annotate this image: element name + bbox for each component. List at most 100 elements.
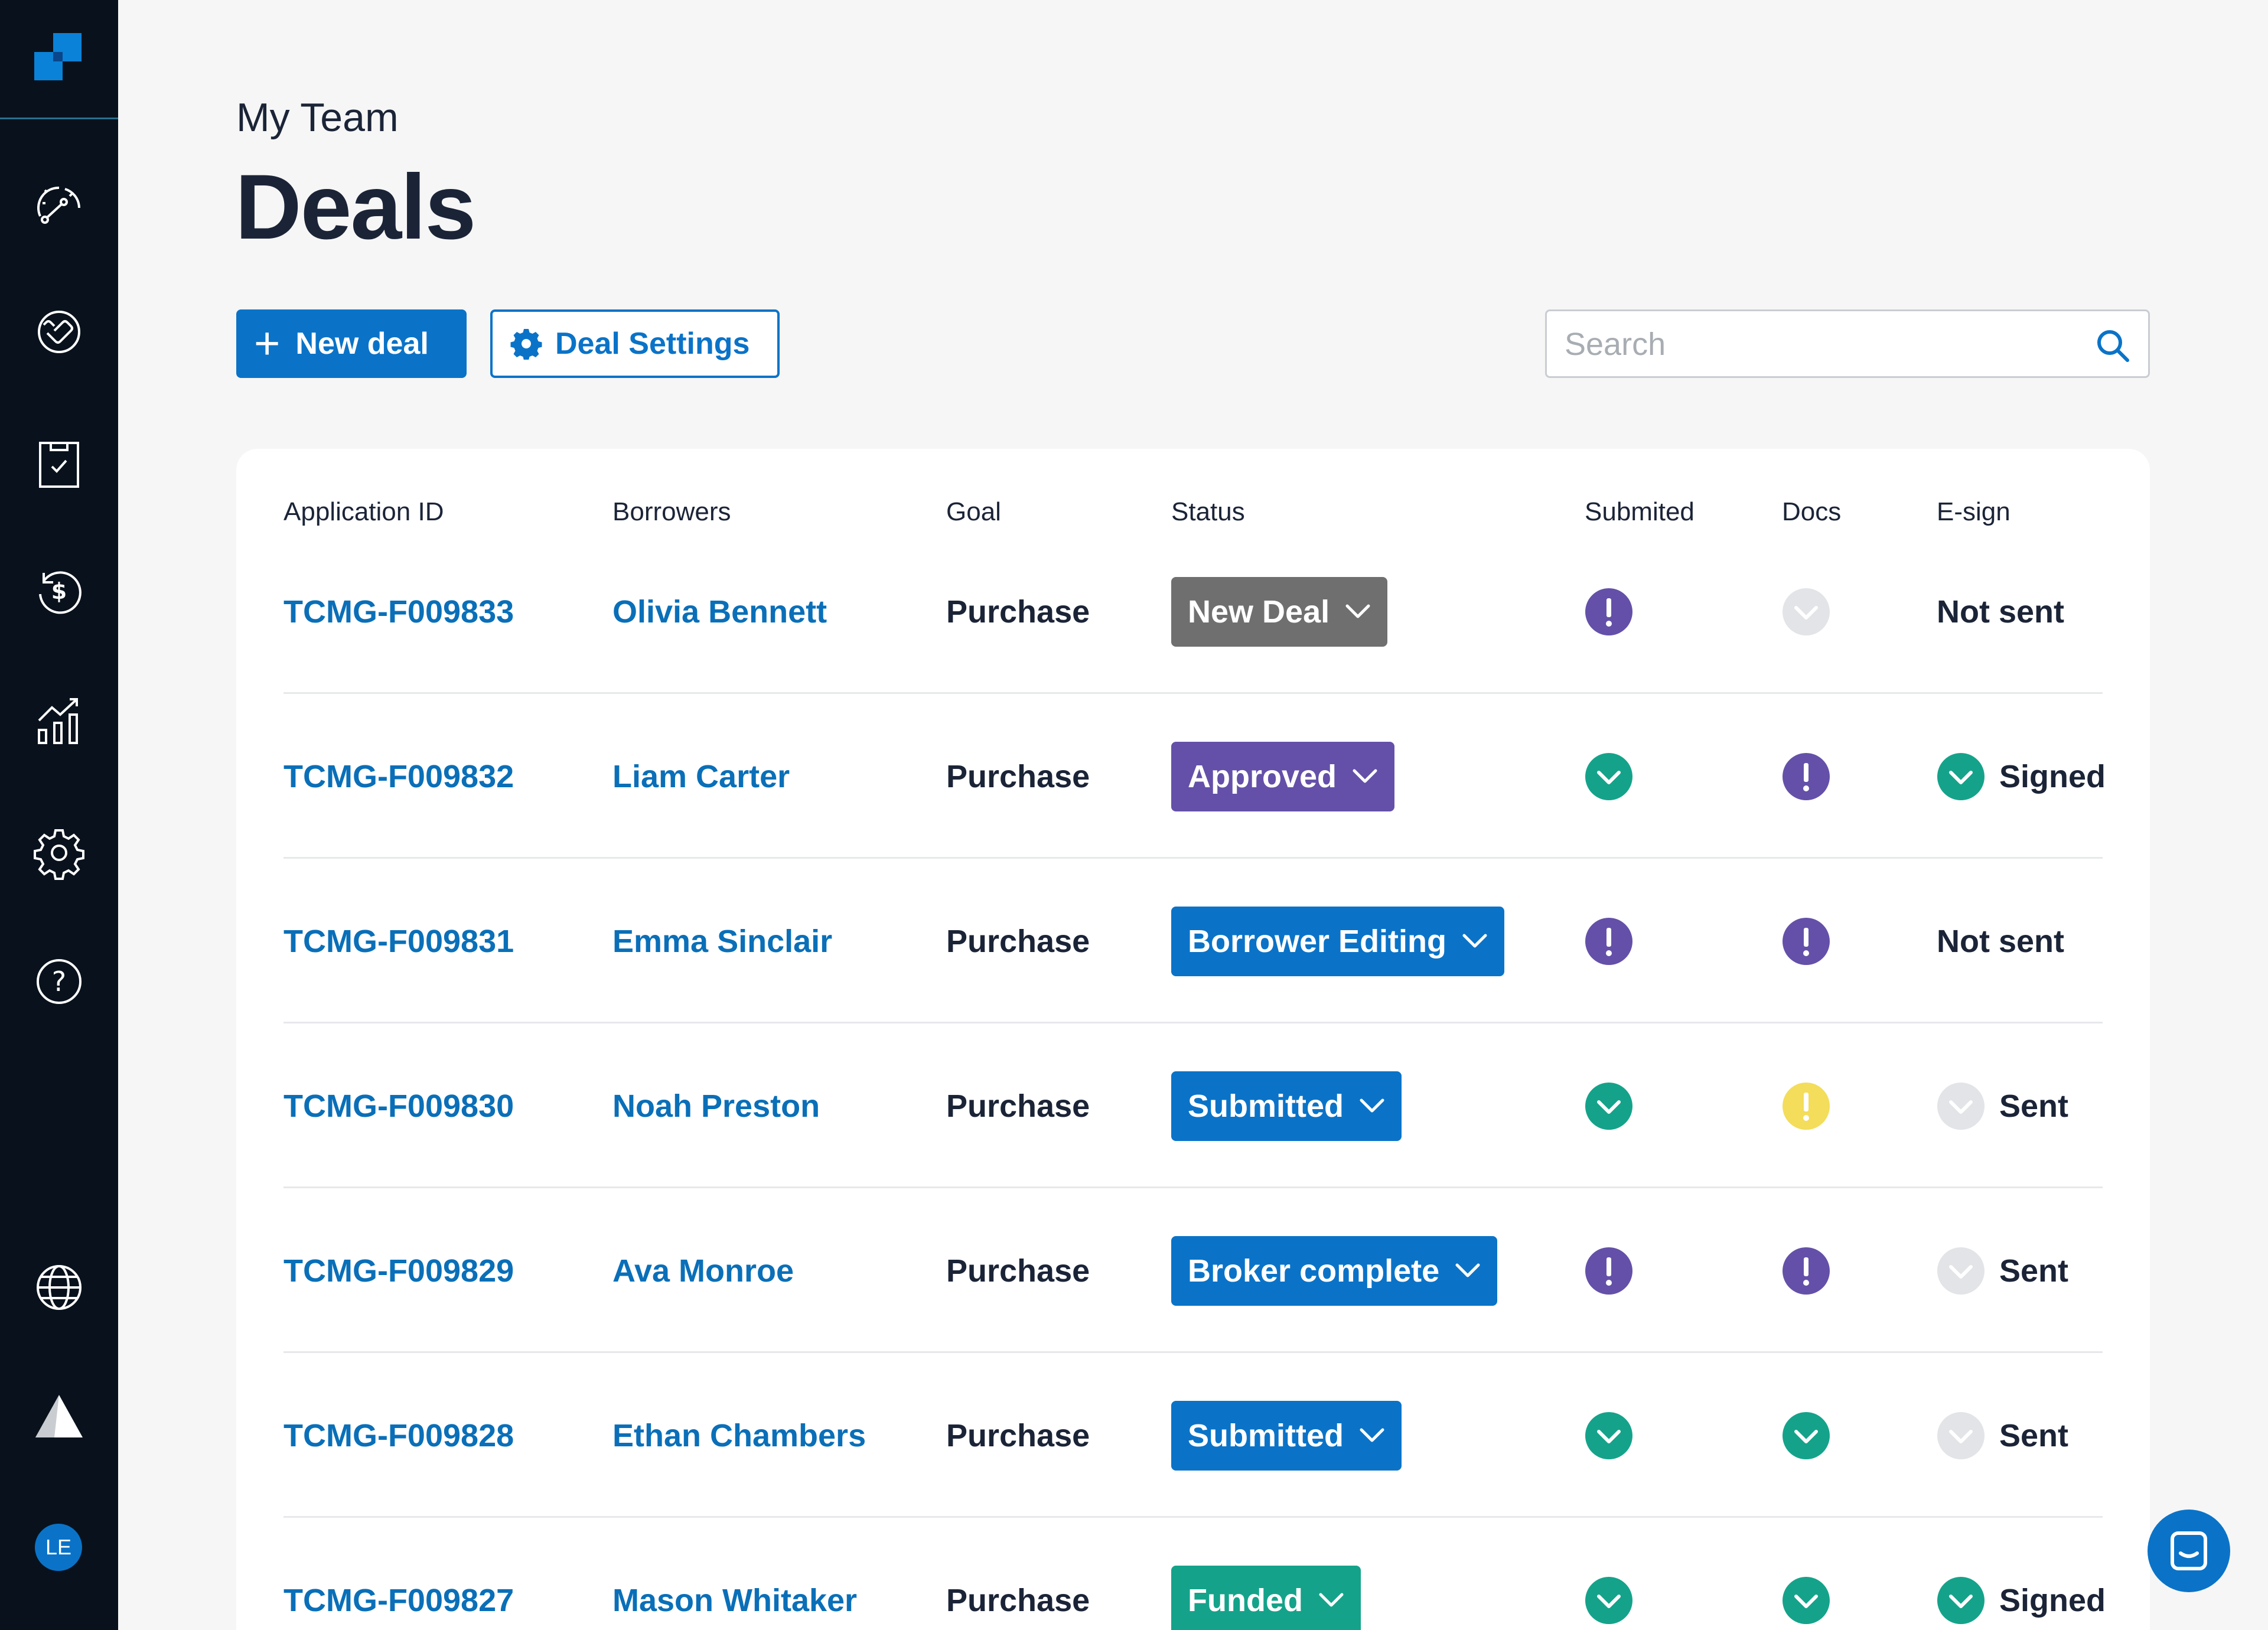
application-id-cell: TCMG-F009833	[284, 529, 514, 694]
column-header-borrowers: Borrowers	[612, 497, 731, 526]
deal-settings-button[interactable]: Deal Settings	[490, 309, 780, 378]
goal-text: Purchase	[946, 1253, 1090, 1289]
borrower-cell: Mason Whitaker	[612, 1518, 857, 1630]
nav-language[interactable]	[30, 1258, 89, 1317]
goal-cell: Purchase	[946, 1023, 1090, 1188]
esign-cell: Not sent	[1937, 529, 2064, 694]
application-id-link[interactable]: TCMG-F009833	[284, 594, 514, 630]
column-header-docs: Docs	[1782, 497, 1842, 526]
submitted-check-green-icon	[1585, 1411, 1632, 1459]
submitted-alert-purple-icon	[1585, 917, 1632, 965]
goal-cell: Purchase	[946, 694, 1090, 859]
goal-text: Purchase	[946, 758, 1090, 794]
search-icon[interactable]	[2095, 328, 2130, 363]
chevron-down-icon	[1353, 769, 1377, 783]
nav-help[interactable]: ?	[30, 952, 89, 1011]
deal-settings-label: Deal Settings	[555, 327, 750, 361]
status-cell: Submitted	[1171, 1353, 1402, 1518]
borrower-link[interactable]: Mason Whitaker	[612, 1582, 857, 1619]
submitted-cell	[1585, 1353, 1633, 1518]
application-id-link[interactable]: TCMG-F009827	[284, 1582, 514, 1619]
esign-cell: Not sent	[1937, 859, 2064, 1023]
esign-check-green-icon	[1937, 752, 1984, 800]
status-dropdown[interactable]: Funded	[1171, 1565, 1361, 1630]
esign-text: Not sent	[1937, 923, 2064, 959]
esign-status: Not sent	[1937, 594, 2064, 630]
table-row: TCMG-F009828 Ethan Chambers Purchase Submit…	[284, 1353, 2103, 1518]
borrower-link[interactable]: Olivia Bennett	[612, 594, 827, 630]
borrower-cell: Olivia Bennett	[612, 529, 827, 694]
chat-button[interactable]	[2148, 1510, 2230, 1592]
status-dropdown[interactable]: Approved	[1171, 741, 1395, 811]
application-id-link[interactable]: TCMG-F009830	[284, 1088, 514, 1124]
new-deal-button[interactable]: + New deal	[236, 309, 467, 378]
nav-tasks[interactable]	[30, 433, 89, 493]
nav-refinance[interactable]: $	[30, 561, 89, 620]
status-cell: Approved	[1171, 694, 1395, 859]
docs-alert-purple-icon	[1783, 1247, 1830, 1295]
application-id-cell: TCMG-F009828	[284, 1353, 514, 1518]
column-header-goal: Goal	[946, 497, 1001, 526]
mountain-logo-icon	[35, 1395, 83, 1437]
avatar[interactable]: LE	[35, 1524, 82, 1571]
application-id-link[interactable]: TCMG-F009828	[284, 1417, 514, 1454]
esign-text: Signed	[1999, 758, 2106, 794]
search-box	[1545, 309, 2150, 378]
status-dropdown[interactable]: New Deal	[1171, 576, 1388, 647]
borrower-cell: Noah Preston	[612, 1023, 820, 1188]
docs-check-grey-icon	[1783, 588, 1830, 635]
status-label: New Deal	[1188, 594, 1330, 630]
status-cell: Borrower Editing	[1171, 859, 1505, 1023]
esign-status: Sent	[1937, 1411, 2068, 1460]
nav-brand[interactable]	[30, 1387, 89, 1446]
nav-dashboard[interactable]	[30, 174, 89, 233]
settings-gear-icon	[34, 829, 84, 880]
nav-reports[interactable]	[30, 692, 89, 751]
new-deal-label: New deal	[295, 327, 429, 361]
submitted-check-green-icon	[1585, 752, 1632, 800]
logo-area[interactable]	[0, 0, 118, 119]
refinance-dollar-icon: $	[39, 571, 82, 614]
application-id-link[interactable]: TCMG-F009829	[284, 1253, 514, 1289]
avatar-initials: LE	[45, 1535, 72, 1559]
chevron-down-icon	[1345, 604, 1370, 618]
table-row: TCMG-F009831 Emma Sinclair Purchase Borrowe…	[284, 859, 2103, 1023]
submitted-cell	[1585, 1188, 1633, 1353]
status-cell: Broker complete	[1171, 1188, 1498, 1353]
esign-status: Not sent	[1937, 923, 2064, 960]
help-question-icon: ?	[37, 959, 82, 1004]
borrower-cell: Ethan Chambers	[612, 1353, 866, 1518]
esign-text: Signed	[1999, 1582, 2106, 1618]
docs-cell	[1782, 1353, 1830, 1518]
chevron-down-icon	[1455, 1263, 1480, 1277]
submitted-cell	[1585, 1518, 1633, 1630]
status-label: Broker complete	[1188, 1253, 1440, 1289]
application-id-link[interactable]: TCMG-F009831	[284, 923, 514, 960]
nav-deals[interactable]	[30, 302, 89, 361]
status-dropdown[interactable]: Broker complete	[1171, 1235, 1498, 1306]
application-id-cell: TCMG-F009832	[284, 694, 514, 859]
reports-chart-icon	[38, 698, 78, 744]
goal-text: Purchase	[946, 1088, 1090, 1124]
borrower-link[interactable]: Ava Monroe	[612, 1253, 794, 1289]
esign-check-grey-icon	[1937, 1247, 1984, 1295]
globe-icon	[37, 1265, 82, 1310]
docs-alert-yellow-icon	[1783, 1082, 1830, 1130]
svg-text:$: $	[51, 578, 67, 604]
table-row: TCMG-F009833 Olivia Bennett Purchase New De…	[284, 529, 2103, 694]
status-dropdown[interactable]: Borrower Editing	[1171, 906, 1505, 976]
search-input[interactable]	[1565, 325, 2084, 363]
status-dropdown[interactable]: Submitted	[1171, 1400, 1402, 1471]
docs-cell	[1782, 1518, 1830, 1630]
esign-check-green-icon	[1937, 1576, 1984, 1624]
tasks-clipboard-icon	[39, 442, 79, 488]
borrower-link[interactable]: Ethan Chambers	[612, 1417, 866, 1454]
nav-settings[interactable]	[30, 823, 89, 882]
borrower-cell: Liam Carter	[612, 694, 790, 859]
application-id-link[interactable]: TCMG-F009832	[284, 758, 514, 795]
borrower-link[interactable]: Liam Carter	[612, 758, 790, 795]
borrower-link[interactable]: Emma Sinclair	[612, 923, 832, 960]
submitted-cell	[1585, 859, 1633, 1023]
status-dropdown[interactable]: Submitted	[1171, 1071, 1402, 1141]
borrower-link[interactable]: Noah Preston	[612, 1088, 820, 1124]
